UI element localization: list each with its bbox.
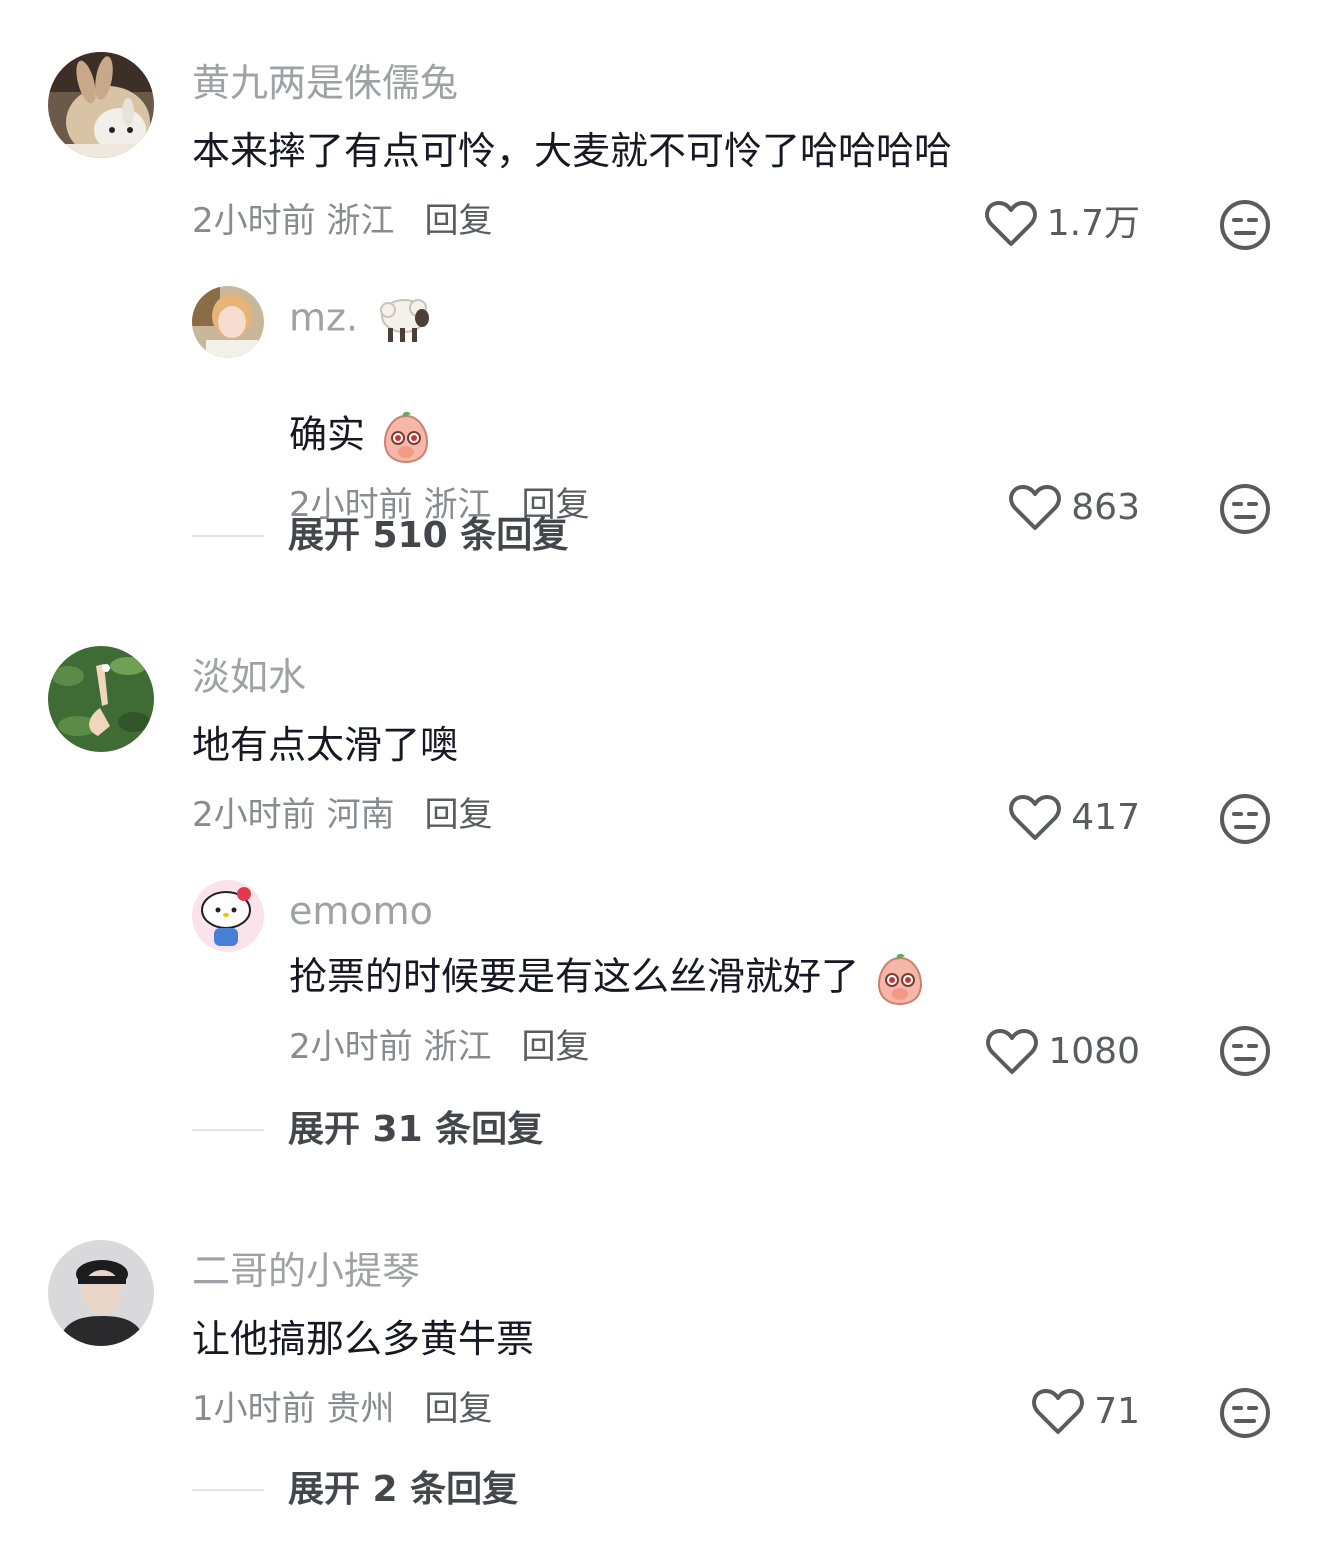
meh-face-icon[interactable] (1218, 1024, 1272, 1078)
divider-line (192, 1129, 264, 1131)
comment-meta: 2小时前 浙江 回复 (192, 200, 492, 242)
username-text: mz. (289, 295, 359, 340)
user-avatar[interactable] (48, 1240, 154, 1346)
expand-label: 展开 31 条回复 (288, 1109, 544, 1150)
comment-time-location: 2小时前 河南 (192, 795, 395, 835)
like-count: 1.7万 (1046, 203, 1140, 244)
divider-line (192, 1489, 264, 1491)
comment-time-location: 2小时前 浙江 (192, 201, 395, 241)
user-avatar[interactable] (192, 880, 264, 952)
like-count: 71 (1094, 1391, 1140, 1432)
comment-text[interactable]: 确实 (289, 410, 431, 464)
user-avatar[interactable] (48, 646, 154, 752)
comment-username[interactable]: 淡如水 (192, 654, 306, 700)
like-count: 417 (1071, 797, 1140, 838)
shy-peach-emoji (384, 411, 429, 464)
meh-face-icon[interactable] (1218, 198, 1272, 252)
user-avatar[interactable] (192, 286, 264, 358)
like-button[interactable]: 1080 (910, 1028, 1140, 1076)
comment-text[interactable]: 本来摔了有点可怜，大麦就不可怜了哈哈哈哈 (192, 128, 952, 174)
reply-button[interactable]: 回复 (424, 795, 492, 835)
heart-outline-icon (984, 201, 1037, 246)
comment-username[interactable]: emomo (289, 888, 433, 934)
reply-text: 抢票的时候要是有这么丝滑就好了 (289, 954, 860, 999)
like-button[interactable]: 71 (910, 1388, 1140, 1436)
like-button[interactable]: 417 (910, 794, 1140, 842)
comment-time-location: 1小时前 贵州 (192, 1389, 395, 1429)
comment-username[interactable]: 二哥的小提琴 (192, 1248, 420, 1294)
sheep-emoji (380, 299, 430, 342)
comment-meta: 1小时前 贵州 回复 (192, 1388, 492, 1430)
expand-replies-button[interactable]: 展开 31 条回复 (192, 1108, 543, 1152)
expand-replies-button[interactable]: 展开 510 条回复 (192, 514, 568, 558)
reply-button[interactable]: 回复 (424, 201, 492, 241)
meh-face-icon[interactable] (1218, 792, 1272, 846)
comment-time-location: 2小时前 浙江 (289, 1027, 492, 1067)
comment-username[interactable]: 黄九两是侏儒兔 (192, 60, 458, 106)
expand-replies-button[interactable]: 展开 2 条回复 (192, 1468, 518, 1512)
meh-face-icon[interactable] (1218, 1386, 1272, 1440)
divider-line (192, 535, 264, 537)
heart-outline-icon (986, 1029, 1039, 1074)
comment-text[interactable]: 抢票的时候要是有这么丝滑就好了 (289, 952, 925, 1006)
like-count: 1080 (1048, 1031, 1140, 1072)
shy-peach-emoji (878, 953, 923, 1006)
heart-outline-icon (1032, 1389, 1085, 1434)
comment-meta: 2小时前 河南 回复 (192, 794, 492, 836)
comment-meta: 2小时前 浙江 回复 (289, 1026, 589, 1068)
heart-outline-icon (1009, 485, 1062, 530)
reply-button[interactable]: 回复 (521, 1027, 589, 1067)
like-count: 863 (1071, 487, 1140, 528)
expand-label: 展开 510 条回复 (288, 515, 569, 556)
comment-text[interactable]: 地有点太滑了噢 (192, 722, 458, 768)
comment-text[interactable]: 让他搞那么多黄牛票 (192, 1316, 534, 1362)
like-button[interactable]: 1.7万 (910, 200, 1140, 248)
heart-outline-icon (1009, 795, 1062, 840)
reply-text: 确实 (289, 412, 366, 457)
like-button[interactable]: 863 (910, 484, 1140, 532)
comment-username[interactable]: mz. (289, 294, 430, 346)
meh-face-icon[interactable] (1218, 482, 1272, 536)
reply-button[interactable]: 回复 (424, 1389, 492, 1429)
expand-label: 展开 2 条回复 (288, 1469, 519, 1510)
user-avatar[interactable] (48, 52, 154, 158)
